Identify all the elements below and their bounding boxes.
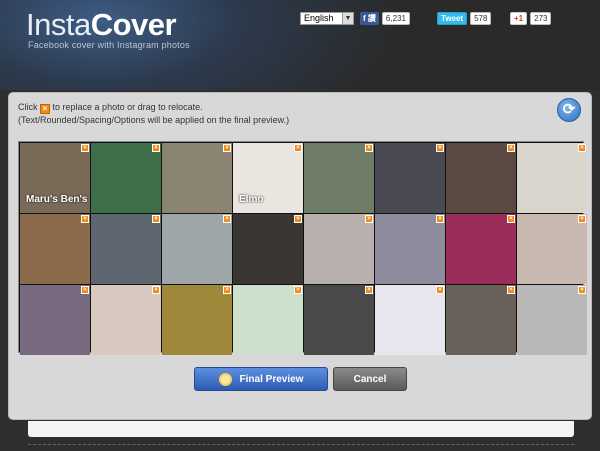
site-logo[interactable]: InstaCover (26, 7, 177, 42)
remove-photo-icon[interactable]: × (294, 215, 302, 223)
remove-photo-icon[interactable]: × (365, 286, 373, 294)
remove-photo-icon[interactable]: × (294, 286, 302, 294)
photo-tile[interactable]: × (162, 214, 232, 284)
remove-photo-icon[interactable]: × (81, 144, 89, 152)
gplus-label: +1 (514, 14, 524, 23)
remove-photo-icon[interactable]: × (436, 215, 444, 223)
remove-photo-icon[interactable]: × (507, 144, 515, 152)
photo-caption: Maru's Ben's (26, 194, 88, 205)
photo-grid: Maru's Ben's × × × Elmo × × × × × × × × × × × × × × × × × × × × × (18, 141, 587, 355)
gplus-button[interactable]: +1 (510, 12, 528, 25)
photo-tile[interactable]: × (446, 285, 516, 355)
gplus-count: 273 (530, 12, 552, 25)
language-value: English (304, 13, 334, 23)
remove-photo-icon[interactable]: × (436, 286, 444, 294)
instructions-replace: to replace a photo or drag to relocate. (52, 102, 203, 112)
remove-photo-icon[interactable]: × (436, 144, 444, 152)
remove-photo-icon[interactable]: × (578, 215, 586, 223)
remove-photo-icon[interactable]: × (81, 215, 89, 223)
header-bar: InstaCover Facebook cover with Instagram… (0, 0, 600, 90)
remove-photo-icon[interactable]: × (578, 144, 586, 152)
tweet-button[interactable]: Tweet (437, 12, 468, 25)
cancel-label: Cancel (353, 373, 387, 385)
site-tagline: Facebook cover with Instagram photos (28, 40, 190, 50)
chevron-down-icon: ▼ (342, 13, 353, 24)
photo-tile[interactable]: × (162, 285, 232, 355)
photo-tile[interactable]: × (304, 143, 374, 213)
logo-light-text: Insta (26, 7, 91, 42)
photo-tile[interactable]: × (517, 214, 587, 284)
instructions-line-1: Click × to replace a photo or drag to re… (18, 101, 289, 114)
photo-tile[interactable]: Maru's Ben's × (20, 143, 90, 213)
footer-bar (28, 421, 574, 437)
remove-photo-icon[interactable]: × (223, 215, 231, 223)
refresh-icon[interactable]: ⟳ (557, 98, 581, 122)
photo-tile[interactable]: × (517, 285, 587, 355)
magnifier-icon (218, 372, 232, 386)
remove-photo-icon[interactable]: × (223, 286, 231, 294)
logo-bold-text: Cover (90, 7, 177, 42)
remove-photo-icon[interactable]: × (152, 286, 160, 294)
photo-tile[interactable]: Elmo × (233, 143, 303, 213)
instructions-line-2: (Text/Rounded/Spacing/Options will be ap… (18, 115, 290, 125)
remove-photo-icon[interactable]: × (294, 144, 302, 152)
facebook-like-button[interactable]: f 讚 (360, 12, 379, 25)
photo-tile[interactable]: × (375, 214, 445, 284)
photo-tile[interactable]: × (20, 214, 90, 284)
photo-tile[interactable]: × (446, 143, 516, 213)
photo-tile[interactable]: × (233, 285, 303, 355)
photo-tile[interactable]: × (20, 285, 90, 355)
remove-photo-icon[interactable]: × (578, 286, 586, 294)
final-preview-button[interactable]: Final Preview (194, 367, 328, 391)
remove-photo-icon[interactable]: × (223, 144, 231, 152)
remove-icon-sample: × (40, 104, 51, 114)
remove-photo-icon[interactable]: × (152, 144, 160, 152)
photo-tile[interactable]: × (446, 214, 516, 284)
photo-tile[interactable]: × (162, 143, 232, 213)
photo-tile[interactable]: × (375, 285, 445, 355)
remove-photo-icon[interactable]: × (81, 286, 89, 294)
remove-photo-icon[interactable]: × (365, 144, 373, 152)
photo-tile[interactable]: × (304, 214, 374, 284)
facebook-like-count: 6,231 (381, 12, 410, 25)
final-preview-label: Final Preview (239, 373, 304, 385)
remove-photo-icon[interactable]: × (507, 215, 515, 223)
photo-tile[interactable]: × (375, 143, 445, 213)
tweet-share[interactable]: Tweet 578 (437, 12, 492, 25)
photo-tile[interactable]: × (304, 285, 374, 355)
remove-photo-icon[interactable]: × (507, 286, 515, 294)
instructions-click: Click (18, 102, 38, 112)
photo-caption: Elmo (239, 194, 264, 205)
photo-tile[interactable]: × (517, 143, 587, 213)
language-select[interactable]: English ▼ (300, 12, 354, 25)
photo-tile[interactable]: × (91, 214, 161, 284)
facebook-like[interactable]: f 讚 6,231 (360, 12, 410, 25)
photo-tile[interactable]: × (233, 214, 303, 284)
remove-photo-icon[interactable]: × (152, 215, 160, 223)
gplus-share[interactable]: +1 273 (510, 12, 552, 25)
photo-tile[interactable]: × (91, 285, 161, 355)
tweet-count: 578 (470, 12, 492, 25)
footer-divider (28, 444, 574, 445)
instructions: Click × to replace a photo or drag to re… (18, 101, 289, 126)
remove-photo-icon[interactable]: × (365, 215, 373, 223)
photo-tile[interactable]: × (91, 143, 161, 213)
cancel-button[interactable]: Cancel (333, 367, 407, 391)
